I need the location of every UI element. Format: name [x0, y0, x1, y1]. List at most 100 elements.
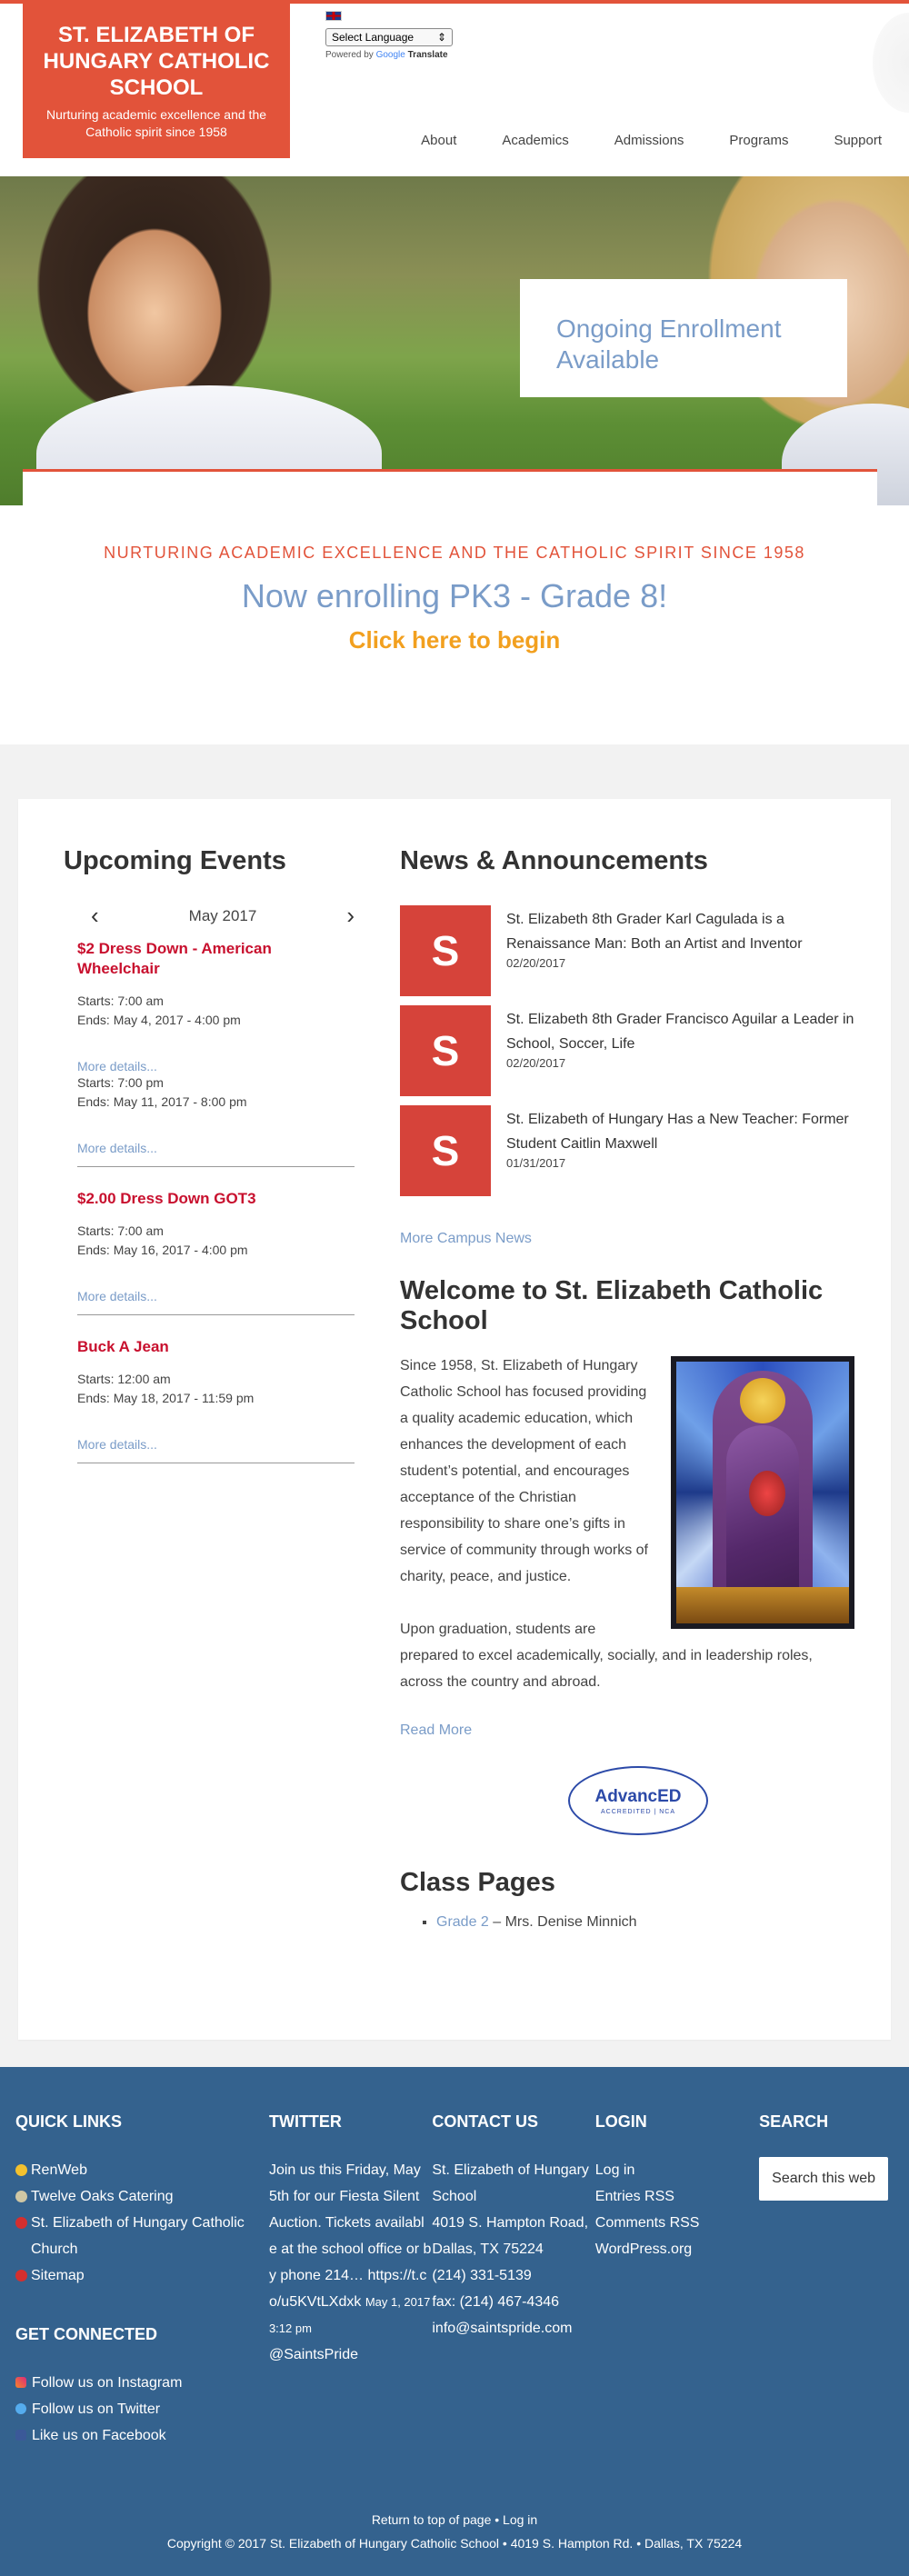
contact-fax: fax: (214) 467-4346: [432, 2294, 560, 2310]
twitter-icon: [15, 2403, 26, 2414]
chevron-right-icon[interactable]: ›: [346, 902, 355, 930]
event-ends: Ends: May 18, 2017 - 11:59 pm: [77, 1391, 255, 1405]
intro-section: Nurturing academic excellence and the Ca…: [0, 505, 909, 744]
event-more-details[interactable]: More details...: [77, 1141, 355, 1155]
powered-by-label: Powered by: [325, 50, 374, 60]
google-logo: Google: [375, 50, 405, 60]
class-page-link[interactable]: Grade 2: [436, 1914, 489, 1930]
login-link[interactable]: Log in: [595, 2157, 759, 2183]
wordpress-link[interactable]: WordPress.org: [595, 2236, 759, 2262]
footer-login: Login Log in Entries RSS Comments RSS Wo…: [595, 2112, 759, 2449]
decorative-corner: [873, 13, 909, 113]
content-panel: Upcoming Events ‹ May 2017 › $2 Dress Do…: [18, 799, 891, 2040]
site-logo[interactable]: St. Elizabeth of Hungary Catholic School…: [23, 4, 290, 158]
main-nav: About Academics Admissions Programs Supp…: [421, 133, 909, 148]
news-item[interactable]: S St. Elizabeth 8th Grader Karl Cagulada…: [400, 905, 854, 996]
nav-about[interactable]: About: [421, 133, 456, 148]
footer-quick-links: Quick Links RenWeb Twelve Oaks Catering …: [15, 2112, 269, 2449]
quick-link-renweb[interactable]: RenWeb: [31, 2157, 87, 2183]
hero-banner: Ongoing Enrollment Available: [0, 176, 909, 505]
read-more-link[interactable]: Read More: [400, 1722, 854, 1739]
quick-link-church[interactable]: St. Elizabeth of Hungary Catholic Church: [31, 2210, 269, 2262]
search-heading: Search: [759, 2112, 829, 2131]
site-footer: Quick Links RenWeb Twelve Oaks Catering …: [0, 2067, 909, 2576]
quick-link-sitemap[interactable]: Sitemap: [31, 2262, 85, 2289]
calendar-nav: ‹ May 2017 ›: [91, 902, 355, 930]
enrollment-card[interactable]: Ongoing Enrollment Available: [520, 279, 847, 397]
event-ends: Ends: May 11, 2017 - 8:00 pm: [77, 1094, 247, 1109]
event-item: $2 Dress Down - American Wheelchair Star…: [77, 939, 355, 1167]
select-arrows-icon: ⇕: [436, 31, 446, 44]
welcome-body: Since 1958, St. Elizabeth of Hungary Cat…: [400, 1353, 854, 1695]
event-more-details[interactable]: More details...: [77, 1437, 355, 1452]
news-heading: News & Announcements: [400, 846, 708, 875]
nav-support[interactable]: Support: [834, 133, 882, 148]
news-item[interactable]: S St. Elizabeth of Hungary Has a New Tea…: [400, 1105, 854, 1196]
site-header: St. Elizabeth of Hungary Catholic School…: [0, 4, 909, 176]
facebook-icon: [15, 2430, 26, 2441]
language-select-value: Select Language: [332, 31, 415, 44]
event-item: Buck A Jean Starts: 12:00 am Ends: May 1…: [77, 1337, 355, 1463]
class-pages-list: Grade 2 – Mrs. Denise Minnich: [436, 1914, 854, 1931]
chevron-left-icon[interactable]: ‹: [91, 902, 99, 930]
begin-enrollment-link[interactable]: Click here to begin: [349, 626, 561, 654]
more-campus-news-link[interactable]: More Campus News: [400, 1231, 854, 1247]
facebook-link[interactable]: Like us on Facebook: [32, 2422, 166, 2449]
contact-email-link[interactable]: info@saintspride.com: [432, 2321, 572, 2336]
comments-rss-link[interactable]: Comments RSS: [595, 2210, 759, 2236]
event-more-details[interactable]: More details...: [77, 1059, 355, 1073]
news-item[interactable]: S St. Elizabeth 8th Grader Francisco Agu…: [400, 1005, 854, 1096]
event-starts: Starts: 7:00 pm: [77, 1075, 164, 1090]
renweb-icon: [15, 2164, 27, 2176]
enrollment-card-text: Ongoing Enrollment Available: [556, 315, 782, 374]
news-title[interactable]: St. Elizabeth of Hungary Has a New Teach…: [506, 1112, 849, 1152]
nav-programs[interactable]: Programs: [729, 133, 788, 148]
badge-subtitle: ACCREDITED | NCA: [601, 1808, 675, 1815]
footer-bottom: Return to top of page • Log in Copyright…: [0, 2508, 909, 2555]
uk-flag-icon[interactable]: [325, 11, 342, 21]
event-title[interactable]: Buck A Jean: [77, 1338, 169, 1355]
twitter-heading: Twitter: [268, 2112, 342, 2131]
return-to-top-line[interactable]: Return to top of page • Log in: [0, 2508, 909, 2531]
news-thumbnail[interactable]: S: [400, 1105, 491, 1196]
welcome-heading: Welcome to St. Elizabeth Catholic School: [400, 1276, 824, 1335]
language-select[interactable]: Select Language ⇕: [325, 28, 453, 46]
calendar-month: May 2017: [188, 906, 257, 924]
event-starts: Starts: 12:00 am: [77, 1372, 171, 1386]
news-column: News & Announcements S St. Elizabeth 8th…: [400, 846, 854, 2003]
twitter-link[interactable]: Follow us on Twitter: [32, 2396, 160, 2422]
stained-glass-image: [671, 1356, 854, 1629]
news-date: 02/20/2017: [506, 1056, 566, 1070]
news-title[interactable]: St. Elizabeth 8th Grader Francisco Aguil…: [506, 1012, 854, 1052]
instagram-link[interactable]: Follow us on Instagram: [32, 2370, 182, 2396]
news-date: 01/31/2017: [506, 1156, 566, 1170]
nav-admissions[interactable]: Admissions: [614, 133, 684, 148]
quick-link-catering[interactable]: Twelve Oaks Catering: [31, 2183, 174, 2210]
advanced-accreditation-badge[interactable]: AdvancED ACCREDITED | NCA: [568, 1766, 708, 1835]
sitemap-icon: [15, 2270, 27, 2281]
event-title[interactable]: $2 Dress Down - American Wheelchair: [77, 940, 272, 977]
nav-academics[interactable]: Academics: [502, 133, 568, 148]
get-connected-heading: Get Connected: [15, 2325, 158, 2343]
news-date: 02/20/2017: [506, 956, 566, 970]
class-pages-heading: Class Pages: [400, 1868, 555, 1897]
entries-rss-link[interactable]: Entries RSS: [595, 2183, 759, 2210]
event-title[interactable]: $2.00 Dress Down GOT3: [77, 1190, 256, 1207]
event-more-details[interactable]: More details...: [77, 1289, 355, 1303]
tweet-text[interactable]: Join us this Friday, May 5th for our Fie…: [269, 2162, 431, 2310]
quick-links-heading: Quick Links: [15, 2112, 122, 2131]
instagram-icon: [15, 2377, 26, 2388]
search-input[interactable]: Search this web: [759, 2157, 889, 2201]
news-title[interactable]: St. Elizabeth 8th Grader Karl Cagulada i…: [506, 912, 803, 952]
contact-address: 4019 S. Hampton Road, Dallas, TX 75224: [432, 2215, 589, 2257]
news-list: S St. Elizabeth 8th Grader Karl Cagulada…: [400, 905, 854, 1196]
translate-link[interactable]: Translate: [408, 50, 448, 60]
event-ends: Ends: May 4, 2017 - 4:00 pm: [77, 1013, 241, 1027]
event-starts: Starts: 7:00 am: [77, 993, 164, 1008]
church-icon: [15, 2217, 27, 2229]
twitter-handle-link[interactable]: @SaintsPride: [269, 2347, 358, 2362]
news-thumbnail[interactable]: S: [400, 905, 491, 996]
event-ends: Ends: May 16, 2017 - 4:00 pm: [77, 1243, 248, 1257]
language-widget: Select Language ⇕ Powered by Google Tran…: [325, 11, 453, 60]
news-thumbnail[interactable]: S: [400, 1005, 491, 1096]
